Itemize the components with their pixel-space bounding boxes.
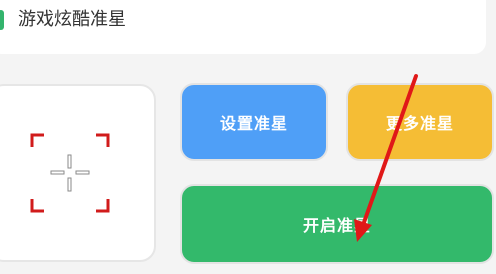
crosshair-icon xyxy=(30,133,110,213)
header-card: 游戏炫酷准星 xyxy=(0,0,486,54)
more-crosshair-button[interactable]: 更多准星 xyxy=(346,83,494,161)
page-title: 游戏炫酷准星 xyxy=(18,9,126,30)
set-crosshair-button[interactable]: 设置准星 xyxy=(180,83,328,161)
header-accent-bar xyxy=(0,10,4,30)
enable-crosshair-button[interactable]: 开启准星 xyxy=(180,184,494,264)
